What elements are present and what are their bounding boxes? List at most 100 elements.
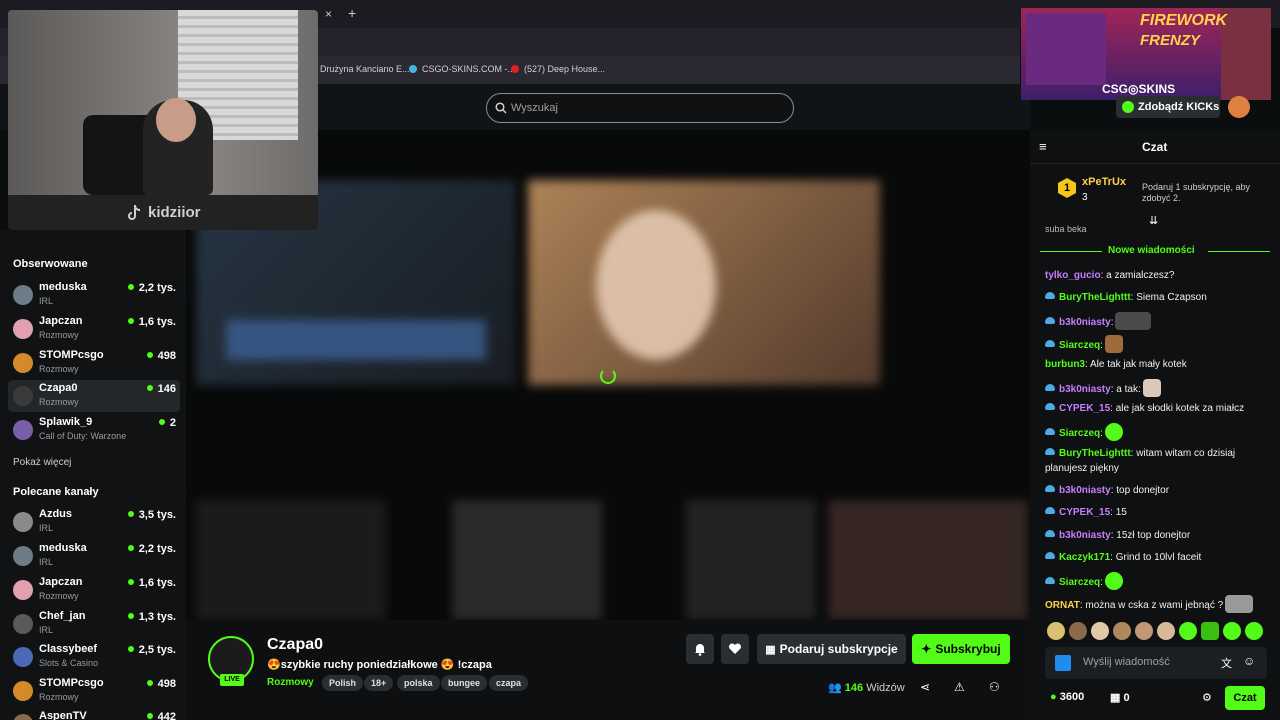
emote-icon[interactable] — [1245, 622, 1263, 640]
sidebar-item-japczan[interactable]: Japczan Rozmowy 1,6 tys. — [8, 313, 180, 345]
user-add-icon[interactable]: ⚇ — [989, 680, 1000, 694]
badge-icon — [1045, 577, 1055, 584]
tag-pill[interactable]: 18+ — [364, 675, 394, 691]
chat-message: Siarczeq: — [1045, 572, 1269, 590]
gift-balance: ▦ 0 — [1110, 692, 1130, 704]
chat-sender-icon — [1055, 655, 1071, 671]
emote-icon[interactable] — [1135, 622, 1153, 640]
webcam-tag: kidziior — [148, 204, 201, 221]
notification-button[interactable] — [686, 634, 714, 664]
sidebar-item-aspentv[interactable]: AspenTV 442 — [8, 708, 180, 720]
gift-subscription-button[interactable]: ▦ Podaruj subskrypcje — [757, 634, 906, 664]
new-tab-button[interactable]: + — [348, 5, 356, 21]
sidebar-item-meduska[interactable]: meduska IRL 2,2 tys. — [8, 279, 180, 311]
emote-icon[interactable] — [1047, 622, 1065, 640]
chat-message: Siarczeq: — [1045, 423, 1269, 441]
sidebar-item-japczan-rec[interactable]: Japczan Rozmowy 1,6 tys. — [8, 574, 180, 606]
chat-message: b3k0niasty: 15zł top donejtor — [1045, 528, 1269, 543]
bell-icon — [695, 644, 705, 656]
sparkle-icon: ✦ — [921, 642, 932, 656]
avatar — [13, 647, 33, 667]
search-icon — [495, 102, 507, 114]
sidebar-item-czapa0[interactable]: Czapa0 Rozmowy 146 — [8, 380, 180, 412]
badge-icon — [1045, 292, 1055, 299]
sidebar-item-stompcsgo[interactable]: STOMPcsgo Rozmowy 498 — [8, 347, 180, 379]
badge-icon — [1045, 428, 1055, 435]
bookmark-item[interactable]: (527) Deep House... — [511, 64, 605, 74]
chat-message: CYPEK_15: ale jak słodki kotek za miałcz — [1045, 401, 1269, 416]
sidebar-item-classybeef[interactable]: Classybeef Slots & Casino 2,5 tys. — [8, 641, 180, 673]
avatar — [13, 580, 33, 600]
avatar — [13, 319, 33, 339]
emote-icon[interactable] — [1113, 622, 1131, 640]
stream-category[interactable]: Rozmowy — [267, 677, 314, 688]
ad-brand: CSG◎SKINS — [1102, 82, 1176, 96]
emoji-picker-icon[interactable]: ☺ — [1243, 654, 1255, 668]
sidebar-item-meduska-rec[interactable]: meduska IRL 2,2 tys. — [8, 540, 180, 572]
tag-pill[interactable]: bungee — [441, 675, 488, 691]
recommended-title: Polecane kanały — [13, 486, 99, 498]
chat-message: b3k0niasty: — [1045, 312, 1269, 330]
chat-message: BuryTheLighttt: Siema Czapson — [1045, 290, 1269, 305]
badge-icon — [1045, 507, 1055, 514]
avatar — [13, 420, 33, 440]
viewers-icon: 👥 — [828, 682, 845, 694]
tag-pill[interactable]: polska — [397, 675, 440, 691]
share-icon[interactable]: ⋖ — [920, 680, 930, 694]
chat-input[interactable]: Wyślij wiadomość 文 ☺ — [1045, 647, 1267, 679]
emote-icon — [1104, 423, 1123, 441]
avatar — [13, 353, 33, 373]
show-more-link[interactable]: Pokaż więcej — [13, 457, 71, 468]
gear-icon[interactable]: ⚙ — [1202, 691, 1212, 704]
search-input[interactable]: Wyszukaj — [486, 93, 794, 123]
badge-icon — [1045, 485, 1055, 492]
tiktok-icon — [128, 204, 141, 220]
sidebar-item-chef-jan[interactable]: Chef_jan IRL 1,3 tys. — [8, 608, 180, 640]
get-kicks-button[interactable]: Zdobądź KICKs — [1116, 96, 1220, 118]
badge-icon — [1045, 384, 1055, 391]
sidebar-item-azdus[interactable]: Azdus IRL 3,5 tys. — [8, 506, 180, 538]
bookmark-item[interactable]: Drużyna Kanciano E... — [320, 64, 410, 74]
sidebar-item-splawik[interactable]: Splawik_9 Call of Duty: Warzone 2 — [8, 414, 180, 446]
sidebar-item-stompcsgo-rec[interactable]: STOMPcsgo Rozmowy 498 — [8, 675, 180, 707]
close-tab-icon[interactable]: × — [325, 7, 332, 21]
emote-icon[interactable] — [1157, 622, 1175, 640]
gift-icon: ▦ — [765, 644, 776, 656]
bookmark-item[interactable]: CSGO-SKINS.COM -... — [409, 64, 515, 74]
emote-icon[interactable] — [1201, 622, 1219, 640]
follow-button[interactable] — [721, 634, 749, 664]
gift-prompt: Podaruj 1 subskrypcję, aby zdobyć 2. — [1142, 182, 1251, 203]
quick-emotes-row — [1045, 622, 1269, 642]
emote-icon[interactable] — [1179, 622, 1197, 640]
emote-icon[interactable] — [1091, 622, 1109, 640]
avatar — [13, 386, 33, 406]
streamer-name[interactable]: Czapa0 — [267, 636, 323, 654]
chat-cut-line: suba beka — [1045, 224, 1087, 232]
collapse-chat-icon[interactable]: ≡ — [1039, 139, 1047, 154]
report-icon[interactable]: ⚠ — [954, 680, 965, 694]
kicks-icon — [1122, 101, 1134, 113]
points-icon: ● — [1050, 691, 1057, 703]
avatar — [13, 681, 33, 701]
scroll-down-icon[interactable]: ⇊ — [1149, 214, 1158, 227]
emote-icon — [1115, 312, 1152, 330]
badge-icon — [1045, 530, 1055, 537]
chat-message: Siarczeq: — [1045, 335, 1269, 353]
tag-pill[interactable]: Polish — [322, 675, 364, 691]
translate-icon[interactable]: 文 — [1221, 655, 1232, 671]
chat-message: ORNAT: można w cska z wami jebnąć ? — [1045, 595, 1269, 613]
emote-icon[interactable] — [1069, 622, 1087, 640]
badge-icon — [1045, 340, 1055, 347]
badge-icon — [1045, 403, 1055, 410]
subscribe-button[interactable]: ✦ Subskrybuj — [912, 634, 1010, 664]
avatar — [13, 285, 33, 305]
chat-title: Czat — [1142, 140, 1168, 154]
emote-icon[interactable] — [1223, 622, 1241, 640]
send-chat-button[interactable]: Czat — [1225, 686, 1265, 710]
user-avatar[interactable] — [1228, 96, 1250, 118]
new-messages-divider: Nowe wiadomości — [1040, 244, 1270, 258]
tag-pill[interactable]: czapa — [489, 675, 529, 691]
heart-icon — [728, 643, 742, 654]
top-gifter-name: xPeTrUx — [1082, 176, 1127, 188]
chat-message: CYPEK_15: 15 — [1045, 505, 1269, 520]
